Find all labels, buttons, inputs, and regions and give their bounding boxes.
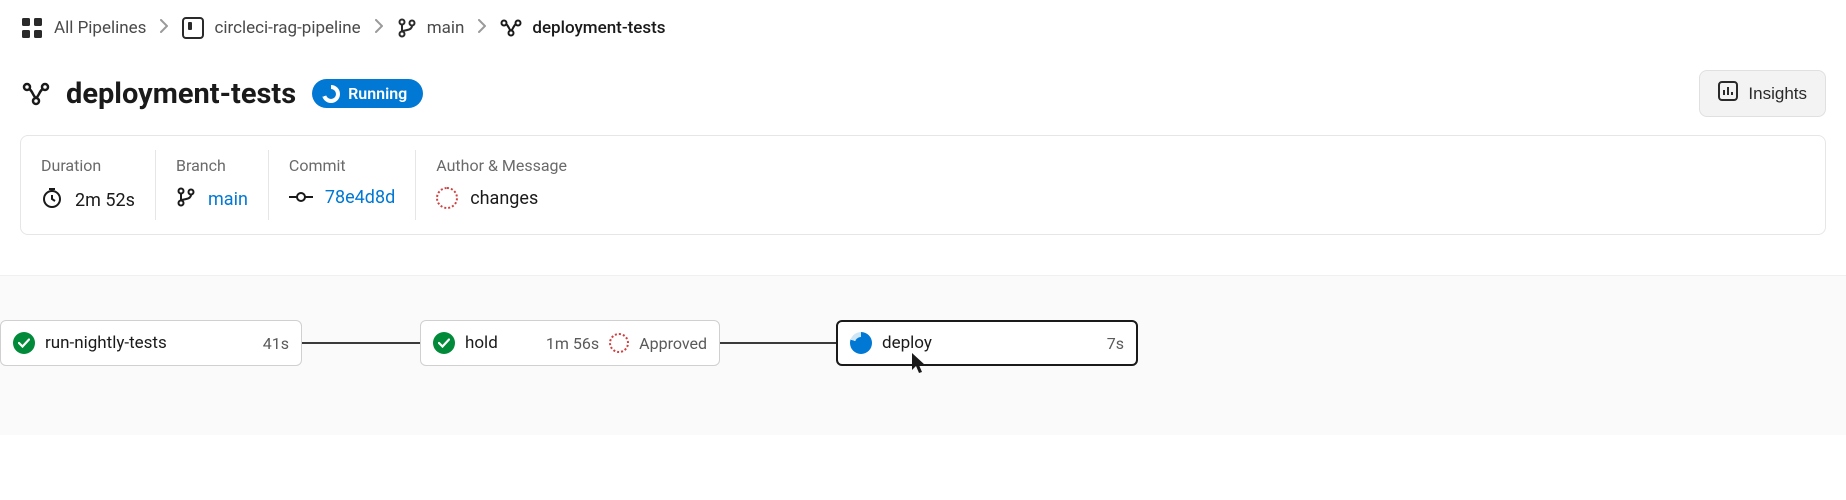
page-title: deployment-tests: [66, 77, 296, 111]
branch-icon: [176, 187, 196, 212]
branch-icon: [397, 18, 417, 38]
workflow-info-card: Duration 2m 52s Branch main C: [20, 135, 1826, 235]
job-name: run-nightly-tests: [45, 333, 253, 353]
job-card-run-nightly-tests[interactable]: run-nightly-tests 41s: [0, 320, 302, 366]
job-name: hold: [465, 333, 536, 353]
duration-value: 2m 52s: [75, 190, 135, 211]
author-label: Author & Message: [436, 156, 567, 175]
breadcrumb-branch-label: main: [427, 18, 465, 38]
bar-chart-icon: [1718, 81, 1738, 106]
duration-label: Duration: [41, 156, 135, 175]
branch-label: Branch: [176, 156, 248, 175]
job-card-deploy[interactable]: deploy 7s: [836, 320, 1138, 366]
job-duration: 1m 56s: [546, 334, 599, 353]
insights-button[interactable]: Insights: [1699, 70, 1826, 117]
breadcrumb-workflow-label: deployment-tests: [532, 18, 665, 38]
branch-link[interactable]: main: [208, 189, 248, 210]
running-spinner-icon: [322, 85, 340, 103]
workflow-icon: [22, 82, 50, 106]
breadcrumb-all-pipelines[interactable]: All Pipelines: [20, 16, 146, 40]
dashboard-icon: [20, 16, 44, 40]
clock-icon: [41, 187, 63, 214]
success-icon: [433, 332, 455, 354]
title-row: deployment-tests Running Insights: [20, 64, 1826, 135]
job-duration: 41s: [263, 334, 289, 353]
commit-icon: [289, 187, 313, 208]
success-icon: [13, 332, 35, 354]
chevron-right-icon: [160, 18, 168, 38]
chevron-right-icon: [375, 18, 383, 38]
breadcrumb-all-pipelines-label: All Pipelines: [54, 18, 146, 38]
breadcrumb: All Pipelines circleci-rag-pipeline main: [20, 12, 1826, 64]
commit-message: changes: [470, 188, 538, 209]
commit-label: Commit: [289, 156, 395, 175]
breadcrumb-project[interactable]: circleci-rag-pipeline: [182, 17, 360, 39]
job-card-hold[interactable]: hold 1m 56s Approved: [420, 320, 720, 366]
running-icon: [850, 332, 872, 354]
breadcrumb-workflow[interactable]: deployment-tests: [500, 18, 665, 38]
chevron-right-icon: [478, 18, 486, 38]
job-duration: 7s: [1107, 334, 1124, 353]
avatar: [436, 187, 458, 209]
breadcrumb-project-label: circleci-rag-pipeline: [214, 18, 360, 38]
avatar: [609, 333, 629, 353]
job-name: deploy: [882, 333, 1097, 353]
workflow-icon: [500, 19, 522, 37]
commit-link[interactable]: 78e4d8d: [325, 187, 395, 208]
connector-line: [720, 342, 836, 344]
status-badge: Running: [312, 79, 423, 108]
workflow-graph: run-nightly-tests 41s hold 1m 56s Approv…: [0, 275, 1846, 435]
breadcrumb-branch[interactable]: main: [397, 18, 465, 38]
connector-line: [302, 342, 420, 344]
approved-label: Approved: [639, 334, 707, 353]
bookmark-icon: [182, 17, 204, 39]
insights-button-label: Insights: [1748, 84, 1807, 104]
status-badge-label: Running: [348, 84, 407, 103]
